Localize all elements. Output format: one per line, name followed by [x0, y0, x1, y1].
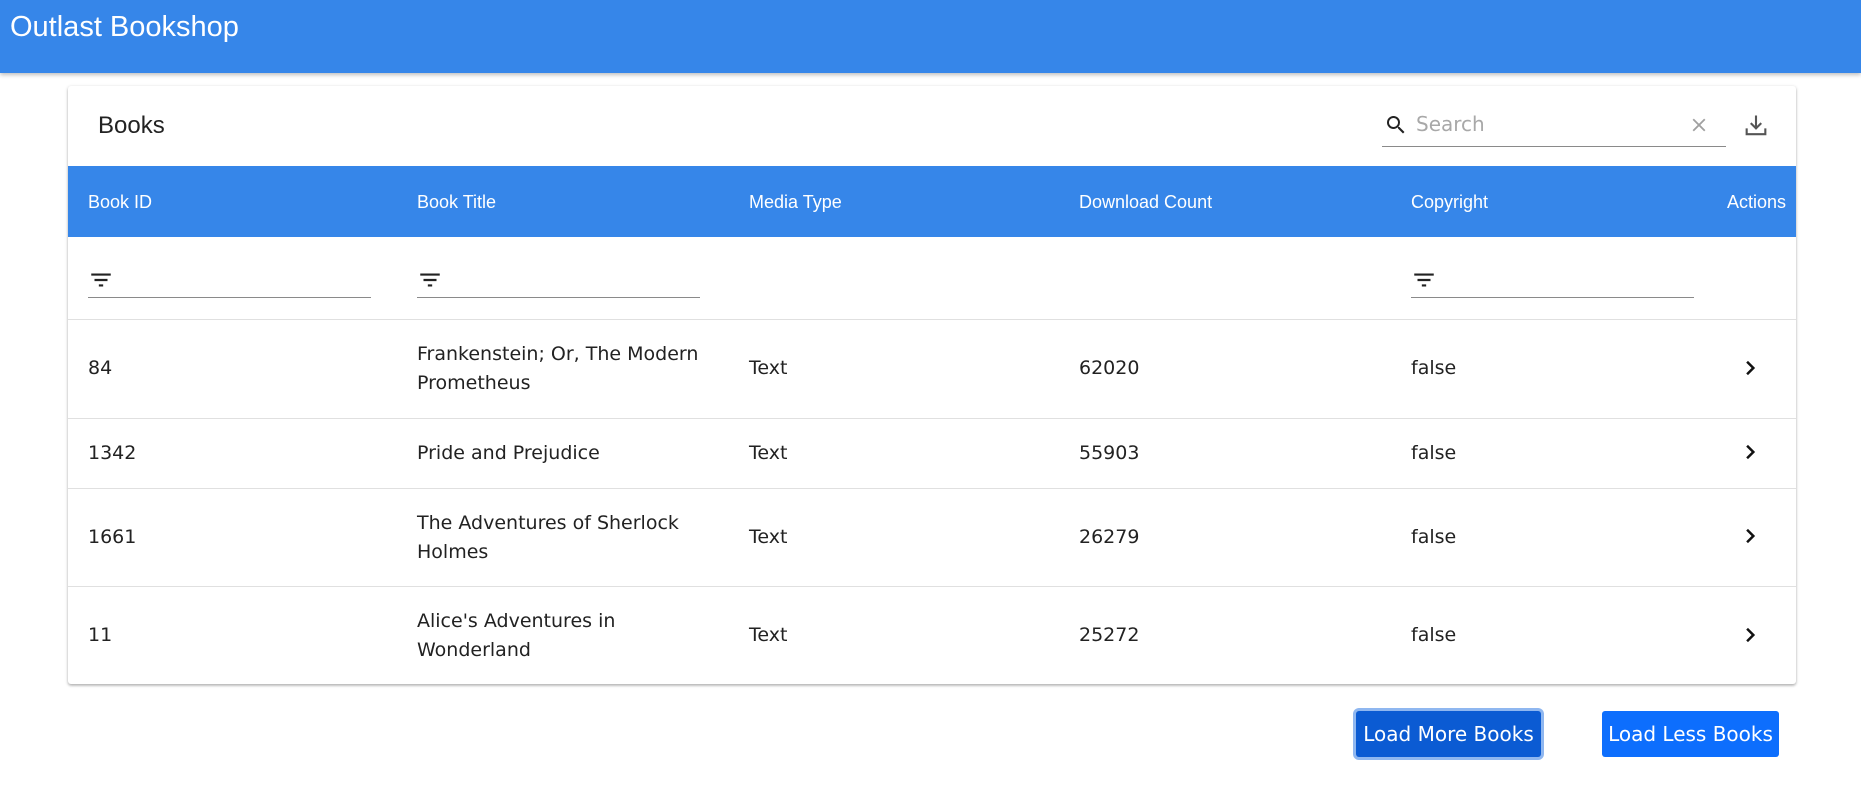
- cell-download-count: 26279: [1079, 526, 1140, 548]
- filter-book-id-input[interactable]: [124, 265, 324, 293]
- download-icon[interactable]: [1742, 112, 1770, 140]
- cell-media-type: Text: [749, 442, 788, 464]
- search-field: [1382, 106, 1726, 147]
- filter-book-title-input[interactable]: [453, 265, 653, 293]
- chevron-right-icon[interactable]: [1740, 625, 1760, 645]
- cell-book-title-line: The Adventures of Sherlock: [417, 512, 679, 534]
- column-header-copyright[interactable]: Copyright: [1411, 192, 1488, 213]
- table-row[interactable]: 84 Frankenstein; Or, The Modern Promethe…: [68, 320, 1796, 419]
- filter-copyright-input[interactable]: [1447, 265, 1647, 293]
- column-header-media-type[interactable]: Media Type: [749, 192, 842, 213]
- filter-icon: [91, 273, 111, 287]
- load-more-books-button[interactable]: Load More Books: [1356, 711, 1541, 757]
- close-icon[interactable]: [1688, 114, 1710, 136]
- cell-book-title-line: Alice's Adventures in: [417, 610, 616, 632]
- cell-copyright: false: [1411, 442, 1457, 464]
- cell-book-title-line: Wonderland: [417, 639, 531, 661]
- cell-book-id: 84: [88, 357, 113, 379]
- table-title: Books: [98, 112, 165, 139]
- cell-download-count: 62020: [1079, 357, 1140, 379]
- chevron-right-icon[interactable]: [1740, 442, 1760, 462]
- load-less-books-button[interactable]: Load Less Books: [1602, 711, 1779, 757]
- column-header-actions: Actions: [1727, 192, 1787, 212]
- search-icon: [1387, 116, 1405, 134]
- cell-book-title: Alice's Adventures in Wonderland: [417, 607, 615, 665]
- app-title: Outlast Bookshop: [10, 11, 239, 43]
- chevron-right-icon[interactable]: [1740, 526, 1760, 546]
- column-header-book-title[interactable]: Book Title: [417, 192, 496, 213]
- cell-download-count: 25272: [1079, 624, 1140, 646]
- table-header: Book ID Book Title Media Type Download C…: [68, 166, 1796, 237]
- filter-icon: [1414, 273, 1434, 287]
- column-header-book-id[interactable]: Book ID: [88, 192, 152, 213]
- filter-icon: [420, 273, 440, 287]
- filter-book-title: [417, 263, 700, 298]
- cell-media-type: Text: [749, 526, 788, 548]
- cell-book-id: 1661: [88, 526, 137, 548]
- books-table-card: Books Book ID Book Title Media Type Down…: [68, 86, 1796, 684]
- chevron-right-icon[interactable]: [1740, 358, 1760, 378]
- filter-row: [68, 237, 1796, 320]
- table-row[interactable]: 11 Alice's Adventures in Wonderland Text…: [68, 587, 1796, 684]
- cell-book-title: Pride and Prejudice: [417, 439, 600, 468]
- cell-copyright: false: [1411, 357, 1457, 379]
- cell-book-title: Frankenstein; Or, The Modern Prometheus: [417, 340, 698, 398]
- app-bar: Outlast Bookshop: [0, 0, 1861, 73]
- cell-copyright: false: [1411, 624, 1457, 646]
- column-header-download-count[interactable]: Download Count: [1079, 192, 1212, 213]
- search-input[interactable]: [1416, 110, 1676, 138]
- cell-book-title: The Adventures of Sherlock Holmes: [417, 509, 679, 567]
- filter-book-id: [88, 263, 371, 298]
- cell-book-title-line: Holmes: [417, 541, 489, 563]
- cell-book-title-line: Pride and Prejudice: [417, 442, 600, 464]
- filter-copyright: [1411, 263, 1694, 298]
- cell-copyright: false: [1411, 526, 1457, 548]
- cell-book-title-line: Frankenstein; Or, The Modern: [417, 343, 699, 365]
- table-row[interactable]: 1342 Pride and Prejudice Text 55903 fals…: [68, 419, 1796, 489]
- cell-download-count: 55903: [1079, 442, 1140, 464]
- cell-media-type: Text: [749, 624, 788, 646]
- cell-book-id: 11: [88, 624, 113, 646]
- table-row[interactable]: 1661 The Adventures of Sherlock Holmes T…: [68, 489, 1796, 587]
- cell-book-title-line: Prometheus: [417, 372, 531, 394]
- cell-book-id: 1342: [88, 442, 137, 464]
- cell-media-type: Text: [749, 357, 788, 379]
